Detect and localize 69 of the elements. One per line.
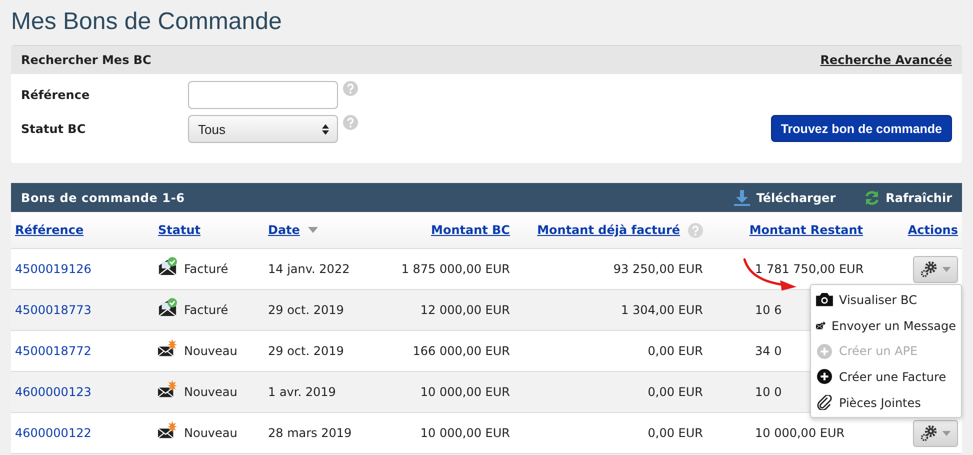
- invoiced-amount-text: 1 304,00 EUR: [621, 303, 703, 317]
- help-icon[interactable]: [343, 81, 358, 96]
- order-number-link[interactable]: 4500018772: [15, 344, 92, 358]
- invoiced-amount-text: 93 250,00 EUR: [613, 262, 703, 276]
- date-text: 29 oct. 2019: [268, 303, 344, 317]
- find-order-button[interactable]: Trouvez bon de commande: [770, 115, 952, 142]
- amount-text: 1 875 000,00 EUR: [401, 262, 510, 276]
- table-title: Bons de commande 1-6: [21, 190, 185, 204]
- menu-item[interactable]: Créer une Facture: [811, 364, 961, 390]
- status-text: Nouveau: [184, 344, 238, 358]
- remaining-amount-text: 1 781 750,00 EUR: [755, 262, 864, 276]
- remaining-amount-text: 10 6: [755, 303, 782, 317]
- download-icon: [734, 190, 750, 206]
- refresh-icon: [864, 190, 880, 206]
- column-header-link[interactable]: Référence: [15, 223, 84, 237]
- menu-item[interactable]: Visualiser BC: [811, 287, 961, 313]
- field-label: Statut BC: [21, 122, 87, 136]
- amount-text: 10 000,00 EUR: [420, 385, 510, 399]
- field-label: Référence: [21, 88, 91, 102]
- help-icon[interactable]: [688, 222, 703, 238]
- status-text: Nouveau: [184, 385, 238, 399]
- actions-dropdown-button[interactable]: [913, 256, 958, 282]
- status-text: Facturé: [184, 303, 228, 317]
- invoiced-amount-text: 0,00 EUR: [648, 426, 703, 440]
- updown-arrows-icon: [322, 124, 329, 134]
- column-header-link[interactable]: Statut: [158, 223, 200, 237]
- date-text: 14 janv. 2022: [268, 262, 350, 276]
- caret-icon: [942, 430, 951, 436]
- date-text: 1 avr. 2019: [268, 385, 336, 399]
- caret-icon: [942, 266, 951, 272]
- menu-item[interactable]: Pièces Jointes: [811, 390, 961, 416]
- column-header-link[interactable]: Montant Restant: [749, 223, 863, 237]
- remaining-amount-text: 34 0: [755, 344, 782, 358]
- advanced-search-link[interactable]: Recherche Avancée: [820, 53, 952, 67]
- plus-circle-icon: [816, 369, 833, 384]
- invoiced-amount-text: 0,00 EUR: [648, 344, 703, 358]
- column-header-link[interactable]: Montant BC: [431, 223, 510, 237]
- remaining-amount-text: 10 000,00 EUR: [755, 426, 845, 440]
- remaining-amount-text: 10 0: [755, 385, 782, 399]
- order-number-link[interactable]: 4600000122: [15, 426, 92, 440]
- gears-icon: [920, 424, 938, 442]
- column-header-link[interactable]: Montant déjà facturé: [537, 223, 680, 237]
- search-title: Rechercher Mes BC: [21, 53, 152, 67]
- amount-text: 12 000,00 EUR: [420, 303, 510, 317]
- amount-text: 10 000,00 EUR: [420, 426, 510, 440]
- refresh-link[interactable]: Rafraîchir: [864, 190, 952, 206]
- reference-input[interactable]: [188, 81, 338, 109]
- gears-icon: [920, 260, 938, 278]
- camera-icon: [816, 292, 833, 308]
- date-text: 28 mars 2019: [268, 426, 352, 440]
- column-header-link[interactable]: Actions: [908, 223, 958, 237]
- download-link[interactable]: Télécharger: [734, 190, 836, 206]
- column-header-link[interactable]: Date: [268, 223, 300, 237]
- order-number-link[interactable]: 4500018773: [15, 303, 92, 317]
- date-text: 29 oct. 2019: [268, 344, 344, 358]
- status-text: Nouveau: [184, 426, 238, 440]
- amount-text: 166 000,00 EUR: [412, 344, 510, 358]
- order-number-link[interactable]: 4600000123: [15, 385, 92, 399]
- paperclip-icon: [816, 395, 833, 410]
- menu-item[interactable]: Envoyer un Message: [811, 312, 961, 338]
- plus-circle-icon: [816, 344, 833, 359]
- help-icon[interactable]: [343, 115, 358, 130]
- invoiced-amount-text: 0,00 EUR: [648, 385, 703, 399]
- status-text: Facturé: [184, 262, 228, 276]
- order-number-link[interactable]: 4500019126: [15, 262, 92, 276]
- page-title: Mes Bons de Commande: [11, 7, 283, 37]
- sort-caret-icon[interactable]: [308, 227, 318, 233]
- actions-dropdown-button[interactable]: [913, 420, 958, 446]
- status-select[interactable]: Tous: [188, 115, 338, 143]
